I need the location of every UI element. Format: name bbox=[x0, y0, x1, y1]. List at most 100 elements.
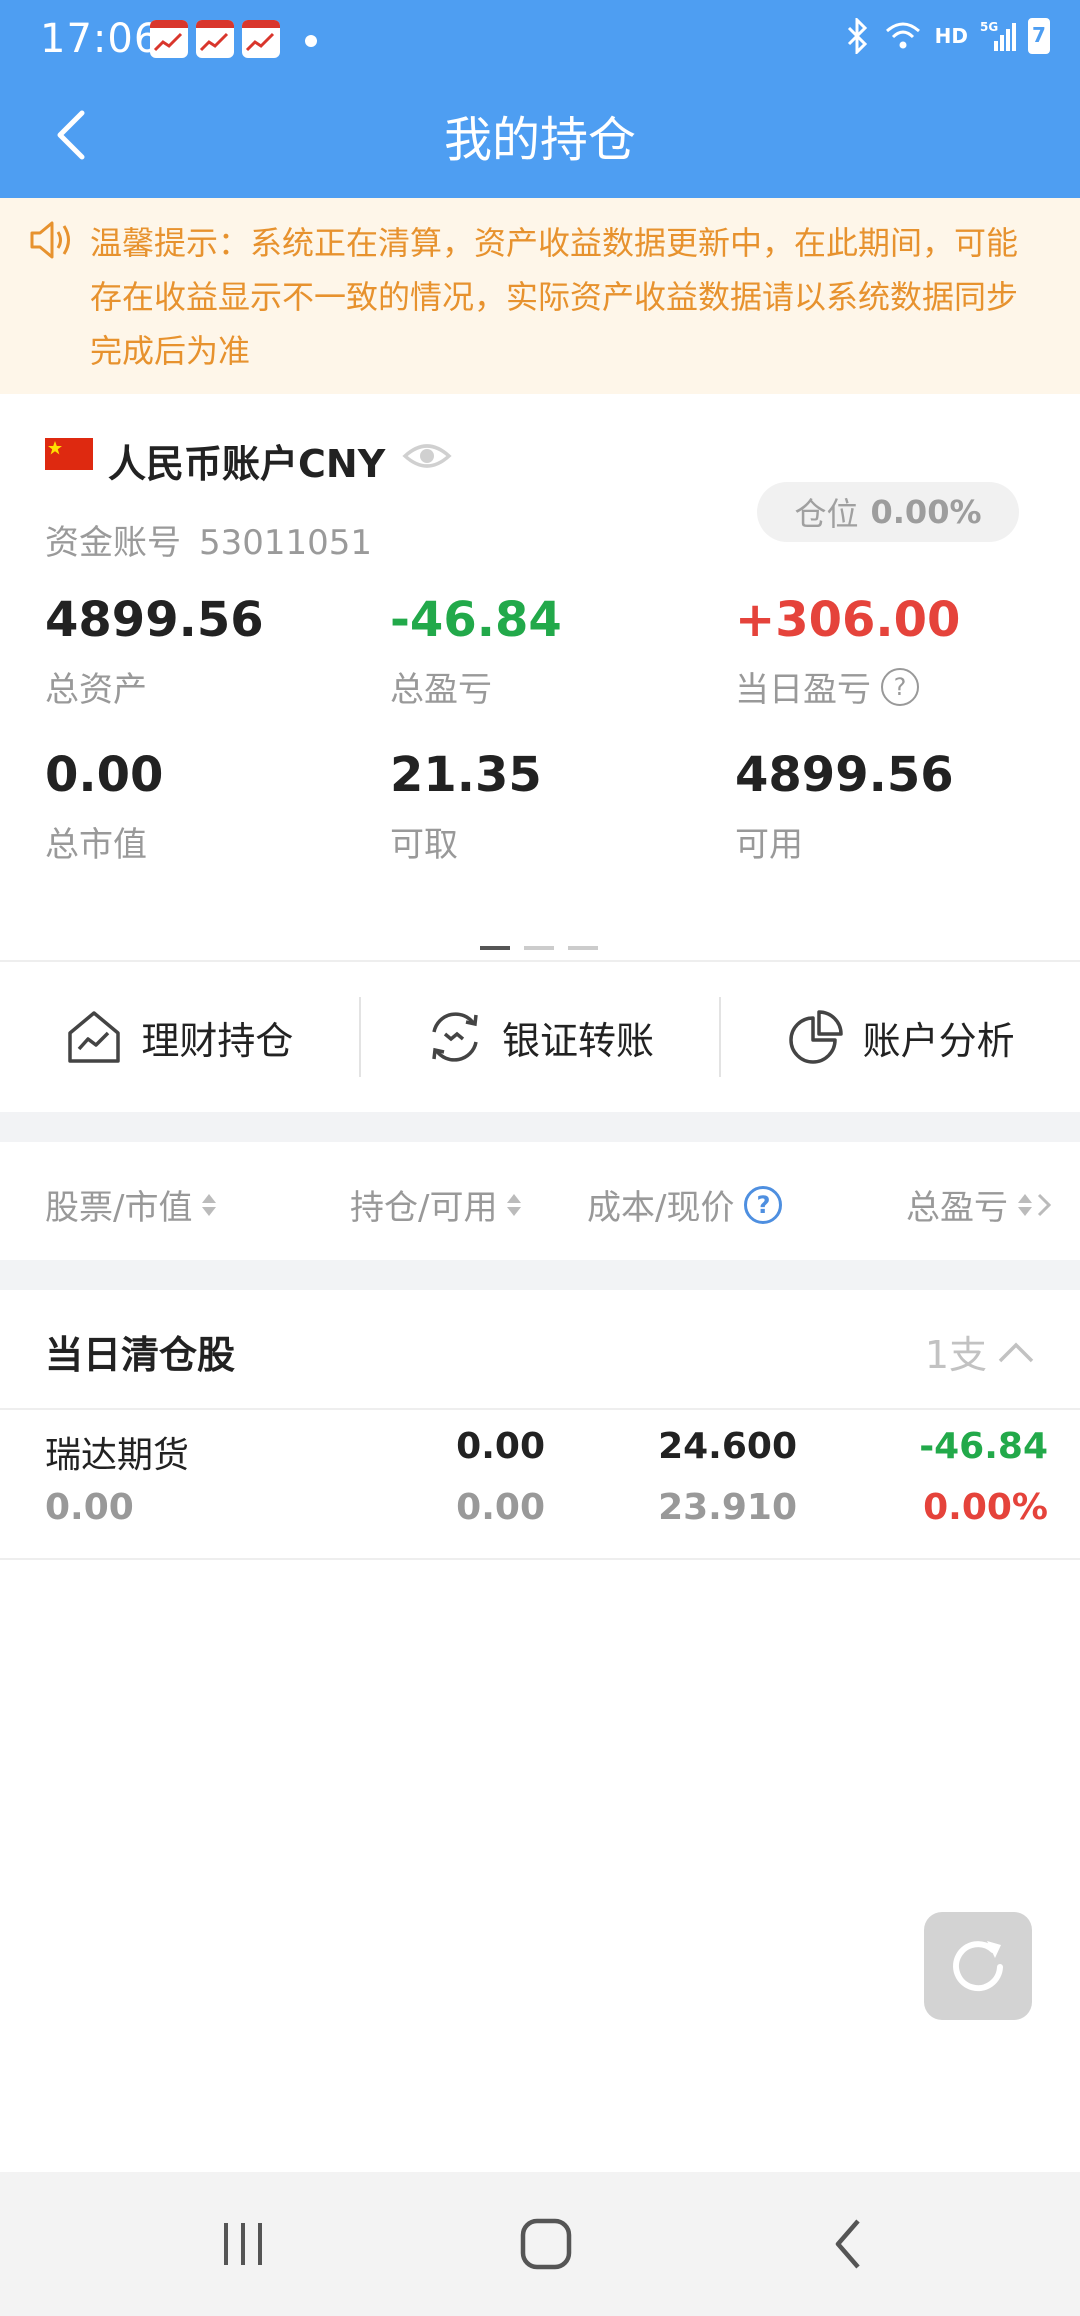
speaker-icon bbox=[30, 221, 70, 259]
help-icon[interactable]: ? bbox=[881, 667, 919, 706]
battery-level: 7 bbox=[1032, 23, 1046, 47]
stock-app-notification-icon bbox=[150, 20, 188, 58]
stock-holding: 0.00 bbox=[456, 1426, 545, 1467]
account-title: 人民币账户CNY bbox=[108, 442, 386, 486]
holdings-table-header: 股票/市值 持仓/可用 成本/现价 ? 总盈亏 bbox=[0, 1142, 1080, 1260]
china-flag-icon bbox=[45, 438, 93, 470]
action-label: 账户分析 bbox=[862, 1018, 1015, 1063]
account-analysis-button[interactable]: 账户分析 bbox=[721, 962, 1080, 1112]
stat-total-pnl: -46.84 总盈亏 bbox=[390, 592, 562, 711]
action-row: 理财持仓 银证转账 账户分析 bbox=[0, 962, 1080, 1112]
carousel-indicator bbox=[480, 946, 598, 950]
stock-market-value: 0.00 bbox=[45, 1487, 134, 1528]
stat-label: 总市值 bbox=[45, 825, 147, 865]
signal-icon: 5G bbox=[980, 20, 1016, 51]
stat-value: 4899.56 bbox=[45, 592, 264, 648]
nav-back-button[interactable] bbox=[808, 2212, 888, 2276]
stat-label: 可用 bbox=[735, 825, 803, 865]
eye-icon[interactable] bbox=[402, 436, 452, 476]
wealth-holdings-button[interactable]: 理财持仓 bbox=[0, 962, 359, 1112]
carousel-dot bbox=[568, 946, 598, 950]
top-bar: 17:06 HD 5G 7 我的持仓 bbox=[0, 0, 1080, 198]
stat-value: 4899.56 bbox=[735, 747, 954, 803]
home-button[interactable] bbox=[506, 2212, 586, 2276]
sort-total-pnl[interactable]: 总盈亏 bbox=[906, 1180, 1052, 1229]
account-number-row: 资金账号 53011051 bbox=[45, 515, 372, 564]
column-header: 股票/市值 bbox=[45, 1188, 193, 1228]
page-title: 我的持仓 bbox=[443, 112, 636, 168]
stat-value: 21.35 bbox=[390, 747, 542, 803]
battery-icon: 7 bbox=[1028, 18, 1050, 54]
status-time: 17:06 bbox=[40, 16, 161, 62]
sort-stock-value[interactable]: 股票/市值 bbox=[45, 1180, 217, 1229]
action-label: 理财持仓 bbox=[141, 1018, 294, 1063]
divider bbox=[0, 1558, 1080, 1560]
app-screen: 17:06 HD 5G 7 我的持仓 温馨提示：系统正在清算，资产收益数据更新中… bbox=[0, 0, 1080, 2316]
recent-apps-button[interactable] bbox=[203, 2212, 283, 2276]
transfer-icon bbox=[432, 1012, 478, 1062]
stat-label: 当日盈亏 bbox=[735, 670, 871, 710]
section-title: 当日清仓股 bbox=[45, 1333, 236, 1377]
refresh-icon bbox=[953, 1941, 1003, 1992]
wifi-icon bbox=[885, 22, 920, 49]
stat-daily-pnl: +306.00 当日盈亏? bbox=[735, 592, 960, 711]
stat-label: 总盈亏 bbox=[390, 670, 492, 710]
section-count: 1支 bbox=[925, 1324, 1035, 1379]
notification-icons bbox=[150, 20, 280, 58]
system-icons: HD 5G 7 bbox=[843, 18, 1050, 54]
stat-market-value: 0.00 总市值 bbox=[45, 747, 163, 866]
section-count-value: 1支 bbox=[924, 1333, 987, 1377]
home-icon bbox=[520, 2218, 572, 2270]
column-header: 成本/现价 bbox=[587, 1188, 735, 1228]
refresh-button[interactable] bbox=[924, 1912, 1032, 2020]
stat-total-assets: 4899.56 总资产 bbox=[45, 592, 264, 711]
stat-label: 总资产 bbox=[45, 670, 147, 710]
stock-app-notification-icon bbox=[242, 20, 280, 58]
section-gap bbox=[0, 1112, 1080, 1142]
column-header: 持仓/可用 bbox=[350, 1188, 498, 1228]
carousel-dot bbox=[480, 946, 510, 950]
carousel-dot bbox=[524, 946, 554, 950]
sort-holding-available[interactable]: 持仓/可用 bbox=[350, 1180, 522, 1229]
column-cost-price: 成本/现价 ? bbox=[587, 1180, 783, 1229]
more-notifications-dot bbox=[305, 35, 317, 47]
stat-value: -46.84 bbox=[390, 592, 562, 648]
recent-apps-icon bbox=[224, 2223, 262, 2265]
status-bar: 17:06 HD 5G 7 bbox=[0, 0, 1080, 80]
stock-cost: 24.600 bbox=[658, 1426, 797, 1467]
stock-pnl: -46.84 bbox=[919, 1426, 1048, 1467]
sort-icon bbox=[202, 1193, 217, 1216]
stock-pnl-percent: 0.00% bbox=[923, 1487, 1048, 1528]
chevron-up-icon bbox=[998, 1342, 1034, 1362]
stat-value: 0.00 bbox=[45, 747, 164, 803]
stat-value: +306.00 bbox=[735, 592, 961, 648]
stat-withdrawable: 21.35 可取 bbox=[390, 747, 542, 866]
stat-label: 可取 bbox=[390, 825, 458, 865]
bank-transfer-button[interactable]: 银证转账 bbox=[361, 962, 720, 1112]
sort-icon bbox=[507, 1193, 522, 1216]
bluetooth-icon bbox=[847, 18, 867, 54]
table-row[interactable]: 瑞达期货 0.00 0.00 0.00 24.600 23.910 -46.84… bbox=[0, 1410, 1080, 1558]
cleared-stocks-section-header[interactable]: 当日清仓股 1支 bbox=[0, 1290, 1080, 1408]
chevron-right-icon[interactable] bbox=[1036, 1191, 1052, 1219]
position-value: 0.00% bbox=[870, 493, 982, 531]
column-header: 总盈亏 bbox=[906, 1188, 1008, 1228]
position-ratio-badge: 仓位 0.00% bbox=[757, 482, 1019, 542]
pie-chart-icon bbox=[788, 1010, 843, 1064]
stock-price: 23.910 bbox=[658, 1487, 797, 1528]
position-label: 仓位 bbox=[794, 495, 859, 533]
sort-icon bbox=[1018, 1193, 1032, 1216]
stat-available: 4899.56 可用 bbox=[735, 747, 954, 866]
network-type-label: HD bbox=[934, 24, 968, 48]
account-number-label: 资金账号 bbox=[45, 523, 181, 563]
notice-text: 温馨提示：系统正在清算，资产收益数据更新中，在此期间，可能存在收益显示不一致的情… bbox=[90, 224, 1019, 370]
stock-available: 0.00 bbox=[456, 1487, 545, 1528]
action-label: 银证转账 bbox=[502, 1018, 655, 1063]
system-nav-bar bbox=[0, 2172, 1080, 2316]
stock-app-notification-icon bbox=[196, 20, 234, 58]
house-chart-icon bbox=[68, 1011, 121, 1063]
help-icon[interactable]: ? bbox=[744, 1185, 783, 1224]
section-gap bbox=[0, 1260, 1080, 1290]
stock-name: 瑞达期货 bbox=[45, 1435, 190, 1476]
account-number-value: 53011051 bbox=[199, 523, 373, 563]
